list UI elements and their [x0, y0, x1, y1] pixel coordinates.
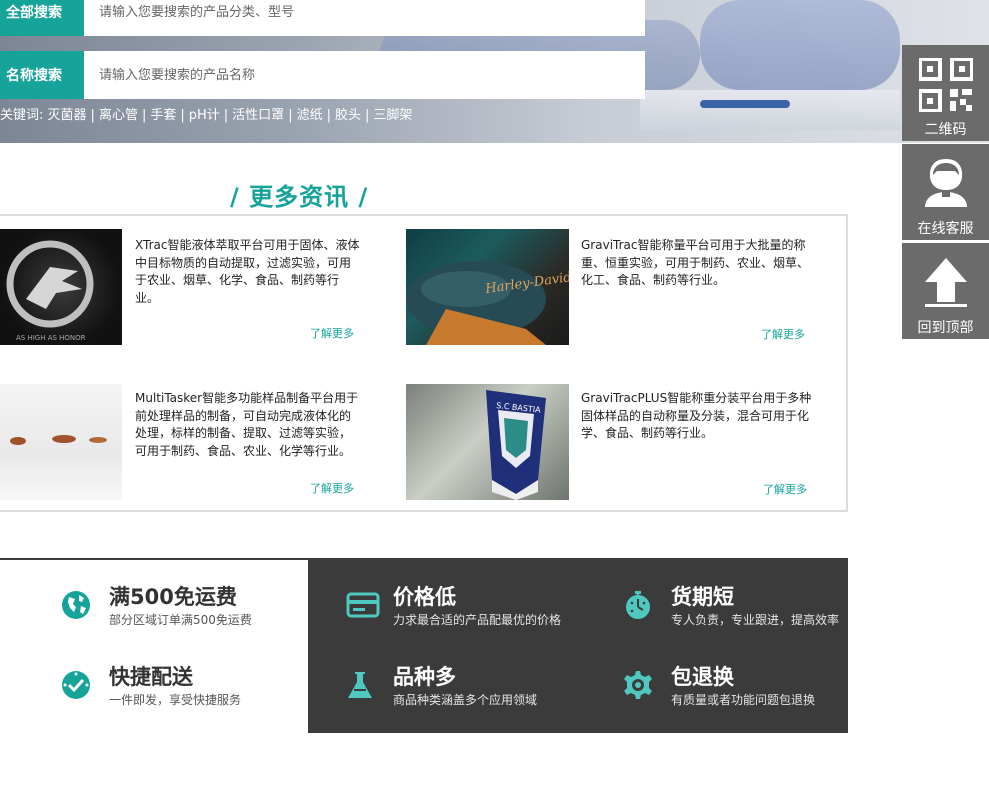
globe-icon [62, 591, 90, 619]
feature-title: 满500免运费 [109, 585, 237, 609]
online-service-button[interactable]: 在线客服 [902, 144, 989, 240]
stopwatch-icon [626, 591, 650, 619]
feature-title: 快捷配送 [109, 665, 193, 689]
keyword-link[interactable]: 滤纸 [297, 108, 323, 123]
keyword-link[interactable]: 活性口罩 [232, 108, 284, 123]
banner-paper [640, 90, 900, 130]
name-search-row: 名称搜索 [0, 51, 645, 99]
page: 全部搜索 名称搜索 关键词: 灭菌器|离心管|手套|pH计|活性口罩|滤纸|胶头… [0, 0, 989, 799]
online-service-label: 在线客服 [917, 221, 974, 237]
features-light-panel: 满500免运费 部分区域订单满500免运费 快捷配送 一件即发，享受快捷服务 [0, 558, 308, 733]
back-to-top-label: 回到顶部 [917, 320, 974, 336]
keyword-link[interactable]: pH计 [189, 108, 220, 123]
keyword-separator: | [288, 108, 293, 123]
keyword-separator: | [326, 108, 331, 123]
read-more-link[interactable]: 了解更多 [310, 480, 354, 496]
news-description: GraviTracPLUS智能称重分装平台用于多种固体样品的自动称量及分装，混合… [581, 391, 812, 440]
name-search-input[interactable] [84, 51, 645, 99]
keyword-separator: | [180, 108, 185, 123]
feature-title: 货期短 [671, 585, 734, 609]
flask-icon [348, 672, 372, 698]
pennant-image: S.C BASTIA [486, 390, 546, 500]
news-panel: AS HIGH AS HONOR XTrac智能液体萃取平台可用于固体、液体中目… [0, 214, 848, 512]
category-search-row: 全部搜索 [0, 0, 645, 36]
keyword-link[interactable]: 离心管 [99, 108, 138, 123]
hero-banner: 全部搜索 名称搜索 关键词: 灭菌器|离心管|手套|pH计|活性口罩|滤纸|胶头… [0, 0, 989, 143]
news-thumbnail[interactable]: AS HIGH AS HONOR [0, 229, 122, 345]
read-more-link[interactable]: 了解更多 [761, 326, 805, 342]
gear-icon [624, 671, 652, 699]
hot-keywords: 关键词: 灭菌器 | 离心管 | 手套 | pH计 | 活性口罩 | 滤纸 | 胶头 | 三脚架 [0, 104, 412, 123]
banner-pen [700, 100, 790, 108]
keyword-link[interactable]: 手套 [150, 108, 176, 123]
qr-code-button[interactable]: 二维码 [902, 45, 989, 141]
feature-title: 包退换 [671, 665, 734, 689]
feature-subtitle: 商品种类涵盖多个应用领域 [393, 693, 538, 707]
news-description: MultiTasker智能多功能样品制备平台用于前处理样品的制备，可自动完成液体… [135, 391, 359, 458]
news-thumbnail[interactable]: Harley-Davidson [406, 229, 569, 345]
keyword-link[interactable]: 胶头 [335, 108, 361, 123]
news-item: Harley-Davidson GraviTrac智能称量平台可用于大批量的称重… [406, 229, 846, 345]
feature-subtitle: 力求最合适的产品配最优的价格 [393, 613, 562, 627]
keyword-separator: | [90, 108, 95, 123]
read-more-link[interactable]: 了解更多 [763, 481, 807, 497]
banner-glove-right [700, 0, 900, 90]
thumbnail-caption: AS HIGH AS HONOR [16, 334, 86, 342]
clock-icon [62, 671, 90, 699]
news-thumbnail[interactable] [0, 384, 122, 500]
feature-title: 品种多 [393, 665, 456, 689]
motorcycle-tank-image: Harley-Davidson [406, 261, 569, 345]
landscape-image [10, 435, 107, 445]
category-search-input[interactable] [84, 0, 645, 36]
feature-subtitle: 一件即发，享受快捷服务 [109, 693, 242, 707]
news-description: XTrac智能液体萃取平台可用于固体、液体中目标物质的自动提取，过滤实验，可用于… [135, 238, 360, 305]
feature-subtitle: 专人负责，专业跟进，提高效率 [671, 613, 840, 627]
keyword-link[interactable]: 三脚架 [373, 108, 412, 123]
back-to-top-button[interactable]: 回到顶部 [902, 243, 989, 339]
arrow-up-icon [924, 258, 967, 307]
news-thumbnail[interactable]: S.C BASTIA [406, 384, 569, 500]
features-dark-panel: 价格低 力求最合适的产品配最优的价格 品种多 商品种类涵盖多个应用领域 货期短 … [308, 558, 848, 733]
qr-code-icon [918, 58, 973, 112]
news-description: GraviTrac智能称量平台可用于大批量的称重、恒重实验，可用于制药、农业、烟… [581, 238, 810, 287]
name-search-label[interactable]: 名称搜索 [0, 51, 84, 99]
keywords-prefix: 关键词: [0, 108, 44, 123]
keyword-separator: | [223, 108, 229, 123]
keyword-separator: | [141, 108, 147, 123]
slash-icon: / [358, 183, 369, 211]
service-features: 满500免运费 部分区域订单满500免运费 快捷配送 一件即发，享受快捷服务 价… [0, 558, 848, 733]
feature-subtitle: 部分区域订单满500免运费 [109, 613, 252, 627]
side-float-bar: 二维码 在线客服 回到顶部 [902, 45, 989, 342]
news-item: MultiTasker智能多功能样品制备平台用于前处理样品的制备，可自动完成液体… [0, 384, 440, 500]
news-item: S.C BASTIA GraviTracPLUS智能称重分装平台用于多种固体样品… [406, 384, 846, 500]
more-news-title: 更多资讯 [249, 183, 350, 211]
category-search-label[interactable]: 全部搜索 [0, 0, 84, 36]
read-more-link[interactable]: 了解更多 [310, 325, 354, 341]
more-news-heading: / 更多资讯 / [230, 177, 368, 212]
news-item: AS HIGH AS HONOR XTrac智能液体萃取平台可用于固体、液体中目… [0, 229, 440, 345]
keyword-link[interactable]: 灭菌器 [48, 108, 87, 123]
customer-service-icon [924, 159, 967, 207]
feature-title: 价格低 [393, 585, 456, 609]
keyword-separator: | [365, 108, 370, 123]
credit-card-icon [346, 592, 380, 618]
qr-code-label: 二维码 [924, 122, 967, 138]
feature-subtitle: 有质量或者功能问题包退换 [671, 693, 816, 707]
eagle-emblem-image: AS HIGH AS HONOR [6, 240, 94, 342]
slash-icon: / [230, 183, 240, 211]
